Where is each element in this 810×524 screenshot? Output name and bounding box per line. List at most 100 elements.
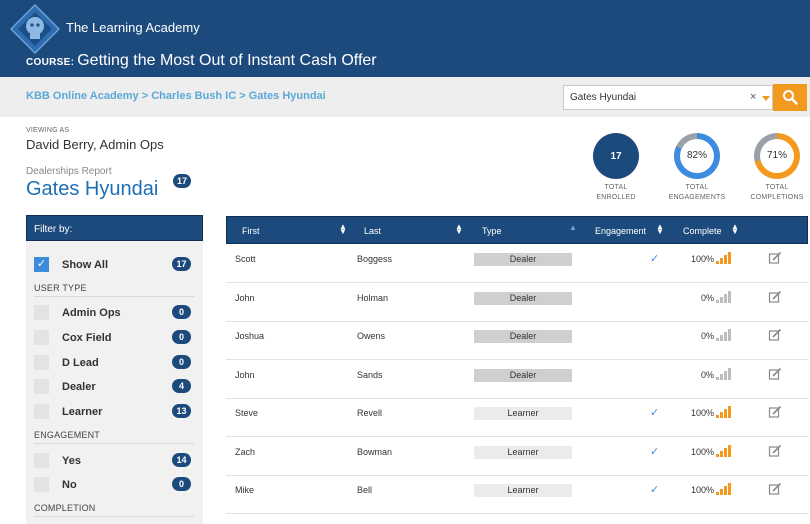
cell-type-badge: Dealer <box>474 253 572 266</box>
checkbox-icon[interactable] <box>34 355 49 370</box>
filter-user-type-learner[interactable]: Learner 13 <box>26 402 203 420</box>
enrolled-label: TOTAL ENROLLED <box>571 183 661 203</box>
filter-label: Dealer <box>62 381 96 393</box>
filter-show-all[interactable]: ✓ Show All 17 <box>26 255 203 273</box>
clear-icon[interactable]: × <box>750 91 756 103</box>
filter-section-engagement: ENGAGEMENT <box>34 430 194 444</box>
checkbox-icon[interactable] <box>34 477 49 492</box>
filter-label: No <box>62 479 77 491</box>
cell-type-badge: Dealer <box>474 330 572 343</box>
filter-user-type-admin-ops[interactable]: Admin Ops 0 <box>26 303 203 321</box>
filter-engagement-no[interactable]: No 0 <box>26 475 203 493</box>
signal-bars-icon <box>716 483 734 495</box>
cell-last-name: Boggess <box>357 254 393 264</box>
engagements-label-line2: ENGAGEMENTS <box>668 194 726 201</box>
filter-count-badge: 0 <box>172 330 191 344</box>
dealer-count-badge: 17 <box>173 174 191 188</box>
table-row[interactable]: John Holman Dealer 0% <box>226 283 808 322</box>
edit-icon[interactable] <box>768 482 782 496</box>
signal-bars-icon <box>716 367 734 380</box>
column-header-complete[interactable]: Complete <box>683 226 722 236</box>
cell-last-name: Holman <box>357 292 389 303</box>
academy-logo-icon[interactable] <box>10 4 60 54</box>
checkbox-icon[interactable] <box>34 330 49 345</box>
filter-engagement-yes[interactable]: Yes 14 <box>26 451 203 469</box>
cell-complete-percent: 100% <box>690 408 714 418</box>
signal-bars-icon <box>716 329 734 341</box>
cell-first-name: Joshua <box>235 331 265 341</box>
cell-complete-percent: 0% <box>700 369 714 380</box>
engagements-value: 82% <box>680 139 714 173</box>
dealership-search[interactable]: × <box>563 85 773 110</box>
table-row[interactable]: Zach Bowman Learner ✓ 100% <box>226 437 808 476</box>
table-row[interactable]: Joshua Owens Dealer 0% <box>226 322 808 360</box>
filter-count-badge: 14 <box>172 453 191 467</box>
stat-total-enrolled: 17 TOTAL ENROLLED <box>571 133 661 203</box>
filter-label: Cox Field <box>62 332 112 344</box>
table-row[interactable]: Mike Bell Learner ✓ 100% <box>226 476 808 514</box>
chevron-down-icon[interactable] <box>762 96 770 101</box>
sort-icon[interactable]: ▲ ▼ <box>339 223 347 236</box>
edit-icon[interactable] <box>768 367 782 381</box>
course-name: Getting the Most Out of Instant Cash Off… <box>77 52 377 69</box>
search-button[interactable] <box>773 84 807 111</box>
filter-user-type-dealer[interactable]: Dealer 4 <box>26 377 203 395</box>
checkbox-icon[interactable] <box>34 379 49 394</box>
checkbox-checked-icon[interactable]: ✓ <box>34 257 49 272</box>
filter-user-type-cox-field[interactable]: Cox Field 0 <box>26 328 203 346</box>
filter-label: Yes <box>62 455 81 467</box>
engagements-ring: 82% <box>674 133 720 179</box>
column-header-last[interactable]: Last <box>364 226 381 236</box>
enrolled-label-line1: TOTAL <box>604 184 628 191</box>
table-row[interactable]: Steve Revell Learner ✓ 100% <box>226 399 808 437</box>
column-header-first[interactable]: First <box>242 226 260 236</box>
breadcrumb[interactable]: KBB Online Academy > Charles Bush IC > G… <box>26 90 326 102</box>
completions-ring: 71% <box>754 133 800 179</box>
filter-count-badge: 0 <box>172 477 191 491</box>
dealer-name: Gates Hyundai <box>26 178 159 200</box>
search-input[interactable] <box>564 86 739 109</box>
column-header-type[interactable]: Type <box>482 226 502 236</box>
filter-label: Show All <box>62 259 109 271</box>
filter-label: Learner <box>62 406 103 418</box>
table-row[interactable]: Scott Boggess Dealer ✓ 100% <box>226 245 808 283</box>
signal-bars-icon <box>716 444 734 457</box>
sort-icon[interactable]: ▲ ▼ <box>656 223 664 236</box>
cell-complete-percent: 100% <box>690 446 714 457</box>
cell-last-name: Bowman <box>357 446 393 457</box>
breadcrumb-bar: KBB Online Academy > Charles Bush IC > G… <box>0 77 810 117</box>
checkbox-icon[interactable] <box>34 453 49 468</box>
edit-icon[interactable] <box>768 251 782 265</box>
cell-first-name: Scott <box>235 254 256 264</box>
table-row[interactable]: John Sands Dealer 0% <box>226 360 808 399</box>
signal-bars-icon <box>716 406 734 418</box>
cell-first-name: John <box>235 292 255 303</box>
checkbox-icon[interactable] <box>34 404 49 419</box>
filter-label: D Lead <box>62 357 99 369</box>
edit-icon[interactable] <box>768 328 782 342</box>
cell-type-badge: Learner <box>474 445 572 459</box>
edit-icon[interactable] <box>768 290 782 304</box>
app-header: The Learning Academy COURSE: Getting the … <box>0 0 810 77</box>
edit-icon[interactable] <box>768 444 782 458</box>
cell-complete-percent: 0% <box>700 331 714 341</box>
cell-type-badge: Dealer <box>474 368 572 382</box>
sort-ascending-icon[interactable]: ▲ <box>569 224 577 232</box>
cell-last-name: Owens <box>357 331 386 341</box>
cell-complete-percent: 100% <box>690 485 714 495</box>
table-header: First ▲ ▼ Last ▲ ▼ Type ▲ Engagement ▲ ▼ Co… <box>226 216 808 244</box>
signal-bars-icon <box>716 290 734 303</box>
sort-icon[interactable]: ▲ ▼ <box>731 223 739 236</box>
filter-title: Filter by: <box>26 215 203 241</box>
filter-count-badge: 13 <box>172 404 191 418</box>
stat-total-completions: 71% TOTAL COMPLETIONS <box>732 133 810 203</box>
cell-last-name: Revell <box>357 408 383 418</box>
checkbox-icon[interactable] <box>34 305 49 320</box>
engagements-label-line1: TOTAL <box>685 184 709 191</box>
column-header-engagement[interactable]: Engagement <box>595 226 646 236</box>
edit-icon[interactable] <box>768 405 782 419</box>
cell-first-name: Steve <box>235 408 259 418</box>
sort-icon[interactable]: ▲ ▼ <box>455 223 463 236</box>
filter-user-type-d-lead[interactable]: D Lead 0 <box>26 353 203 371</box>
enrolled-circle: 17 <box>593 133 639 179</box>
